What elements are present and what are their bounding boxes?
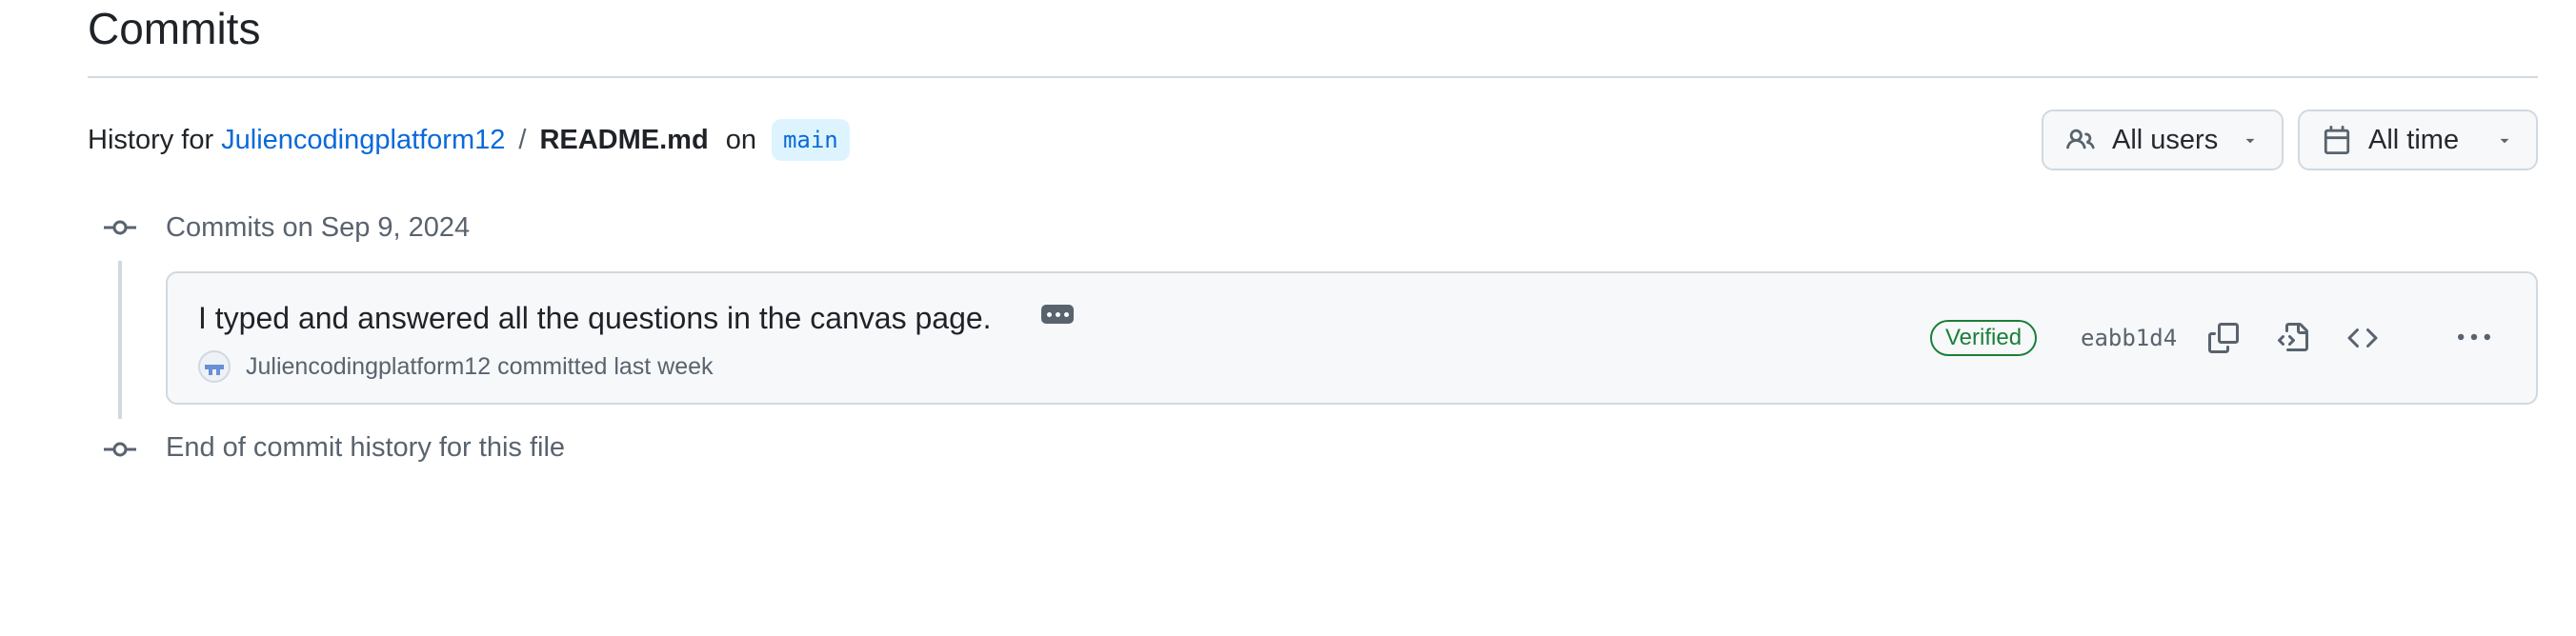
ellipsis-dot [1046, 311, 1052, 317]
git-commit-icon [104, 220, 136, 235]
all-time-label: All time [2368, 124, 2460, 155]
people-icon [2066, 129, 2095, 149]
more-actions-button[interactable] [2453, 317, 2495, 359]
all-users-label: All users [2112, 124, 2219, 155]
avatar[interactable] [198, 350, 231, 383]
copy-icon [2208, 323, 2239, 353]
history-breadcrumb: History for Juliencodingplatform12 / REA… [88, 116, 850, 164]
copy-sha-button[interactable] [2203, 317, 2244, 359]
browse-repo-at-commit-button[interactable] [2342, 317, 2384, 359]
file-code-icon [2278, 323, 2308, 351]
page-title: Commits [88, 4, 261, 53]
ellipsis-dot [1055, 311, 1060, 317]
file-name: README.md [539, 124, 709, 155]
all-time-filter-button[interactable]: All time [2298, 109, 2538, 170]
view-file-at-commit-button[interactable] [2272, 317, 2314, 359]
on-label: on [725, 124, 756, 155]
caret-down-icon [2500, 138, 2509, 144]
commit-row [166, 271, 2538, 405]
caret-down-icon [2245, 138, 2255, 144]
title-divider [88, 76, 2538, 78]
commit-message-link[interactable]: I typed and answered all the questions i… [198, 299, 992, 337]
history-prefix: History for [88, 124, 214, 155]
author-link[interactable]: Juliencodingplatform12 [246, 353, 491, 380]
expand-message-button[interactable] [1041, 305, 1074, 324]
avatar-image [205, 365, 224, 375]
all-users-filter-button[interactable]: All users [2042, 109, 2284, 170]
commit-sha-link[interactable]: eabb1d4 [2081, 320, 2177, 356]
commit-group-label: Commits on Sep 9, 2024 [166, 212, 471, 243]
code-icon [2347, 328, 2378, 348]
repo-link[interactable]: Juliencodingplatform12 [221, 125, 505, 156]
path-separator: / [518, 124, 527, 155]
timeline-line [118, 261, 122, 419]
commit-time: committed last week [497, 353, 714, 380]
ellipsis-dot [1063, 311, 1069, 317]
verified-badge[interactable]: Verified [1930, 320, 2038, 356]
end-of-history-label: End of commit history for this file [166, 432, 566, 463]
git-commit-icon [104, 442, 136, 457]
commit-meta: Juliencodingplatform12 committed last we… [246, 350, 714, 383]
kebab-horizontal-icon [2458, 333, 2490, 341]
calendar-icon [2324, 126, 2350, 154]
branch-badge[interactable]: main [771, 119, 850, 161]
